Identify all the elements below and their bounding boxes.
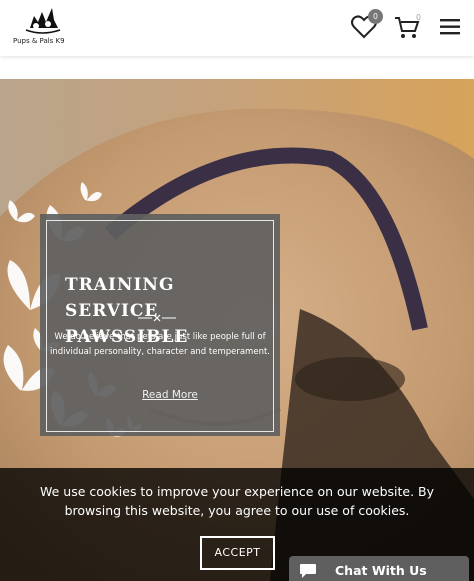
cart-count-badge: 0 <box>416 13 421 22</box>
chat-bubble-icon <box>300 564 316 578</box>
paw-divider-icon <box>138 314 176 322</box>
accept-cookies-button[interactable]: ACCEPT <box>200 536 275 570</box>
wishlist-count-badge: 0 <box>368 9 383 24</box>
logo-dog-cat-icon <box>25 8 61 34</box>
brand-name: Pups & Pals K9 <box>13 37 65 45</box>
site-header: Pups & Pals K9 0 0 <box>0 0 474 56</box>
read-more-link[interactable]: Read More <box>120 389 220 401</box>
cookie-message: We use cookies to improve your experienc… <box>39 484 435 518</box>
brand-logo[interactable]: Pups & Pals K9 <box>10 6 70 48</box>
chat-label: Chat With Us <box>335 563 427 578</box>
hamburger-menu-icon[interactable] <box>436 13 466 43</box>
hero-description: We do believe that pets are just like pe… <box>50 332 270 357</box>
chat-widget[interactable]: Chat With Us <box>289 556 469 581</box>
